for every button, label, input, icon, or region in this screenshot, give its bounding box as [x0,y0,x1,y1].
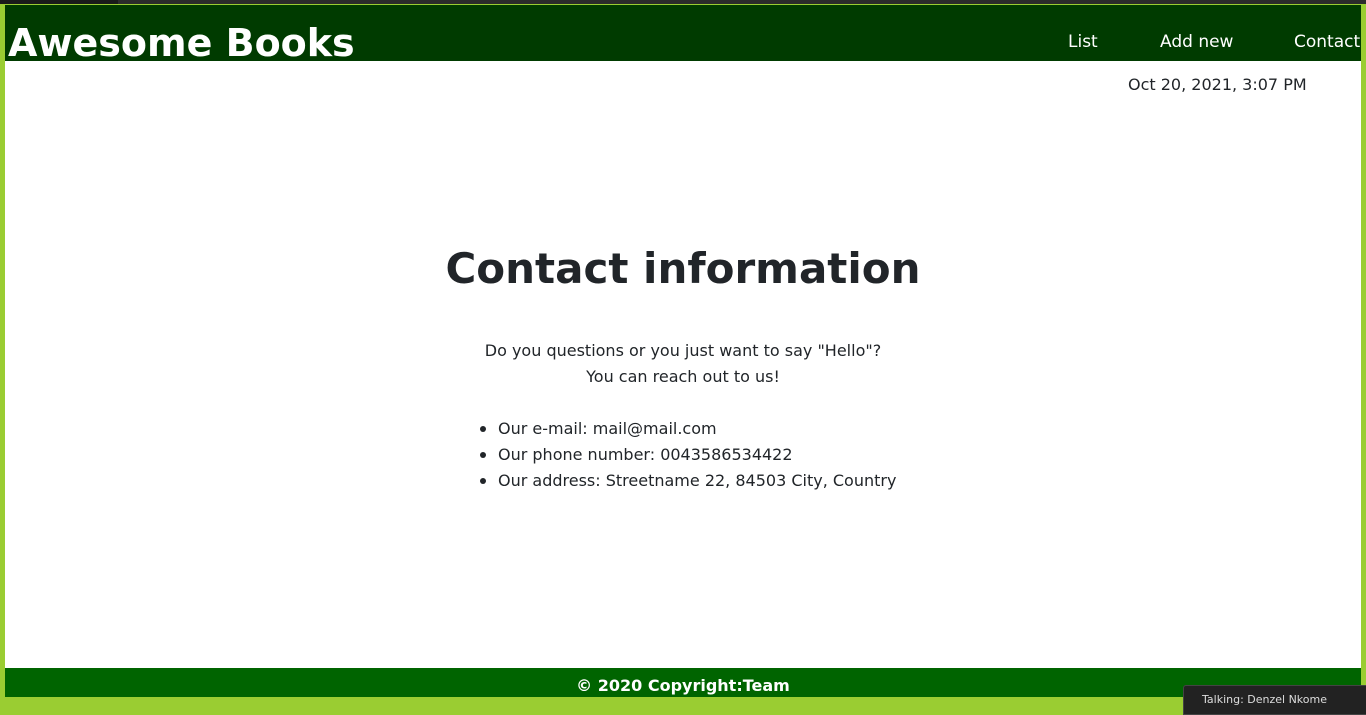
contact-title: Contact information [445,244,921,293]
contact-intro-line-2: You can reach out to us! [586,367,780,386]
footer: © 2020 Copyright:Team [5,668,1361,697]
brand-title: Awesome Books [8,21,355,65]
contact-section: Contact information Do you questions or … [5,241,1361,494]
call-notification[interactable]: Talking: Denzel Nkome [1183,685,1366,715]
contact-details-list: Our e-mail: mail@mail.com Our phone numb… [479,416,929,494]
footer-copyright: © 2020 Copyright:Team [576,676,790,695]
contact-address-item: Our address: Streetname 22, 84503 City, … [479,468,929,494]
nav-link-add-new[interactable]: Add new [1160,31,1233,53]
page: Awesome Books List Add new Contact Oct 2… [5,5,1361,697]
call-notification-text: Talking: Denzel Nkome [1202,693,1328,706]
contact-intro-line-1: Do you questions or you just want to say… [484,341,882,360]
nav-link-contact[interactable]: Contact [1294,31,1360,53]
browser-top-strip [0,0,1366,4]
browser-tab-shade [0,0,118,4]
contact-intro: Do you questions or you just want to say… [5,338,1361,390]
nav-link-list[interactable]: List [1068,31,1098,53]
navbar: Awesome Books List Add new Contact [5,5,1361,65]
current-datetime: Oct 20, 2021, 3:07 PM [1128,75,1307,94]
contact-phone-item: Our phone number: 0043586534422 [479,442,929,468]
contact-email-item: Our e-mail: mail@mail.com [479,416,929,442]
